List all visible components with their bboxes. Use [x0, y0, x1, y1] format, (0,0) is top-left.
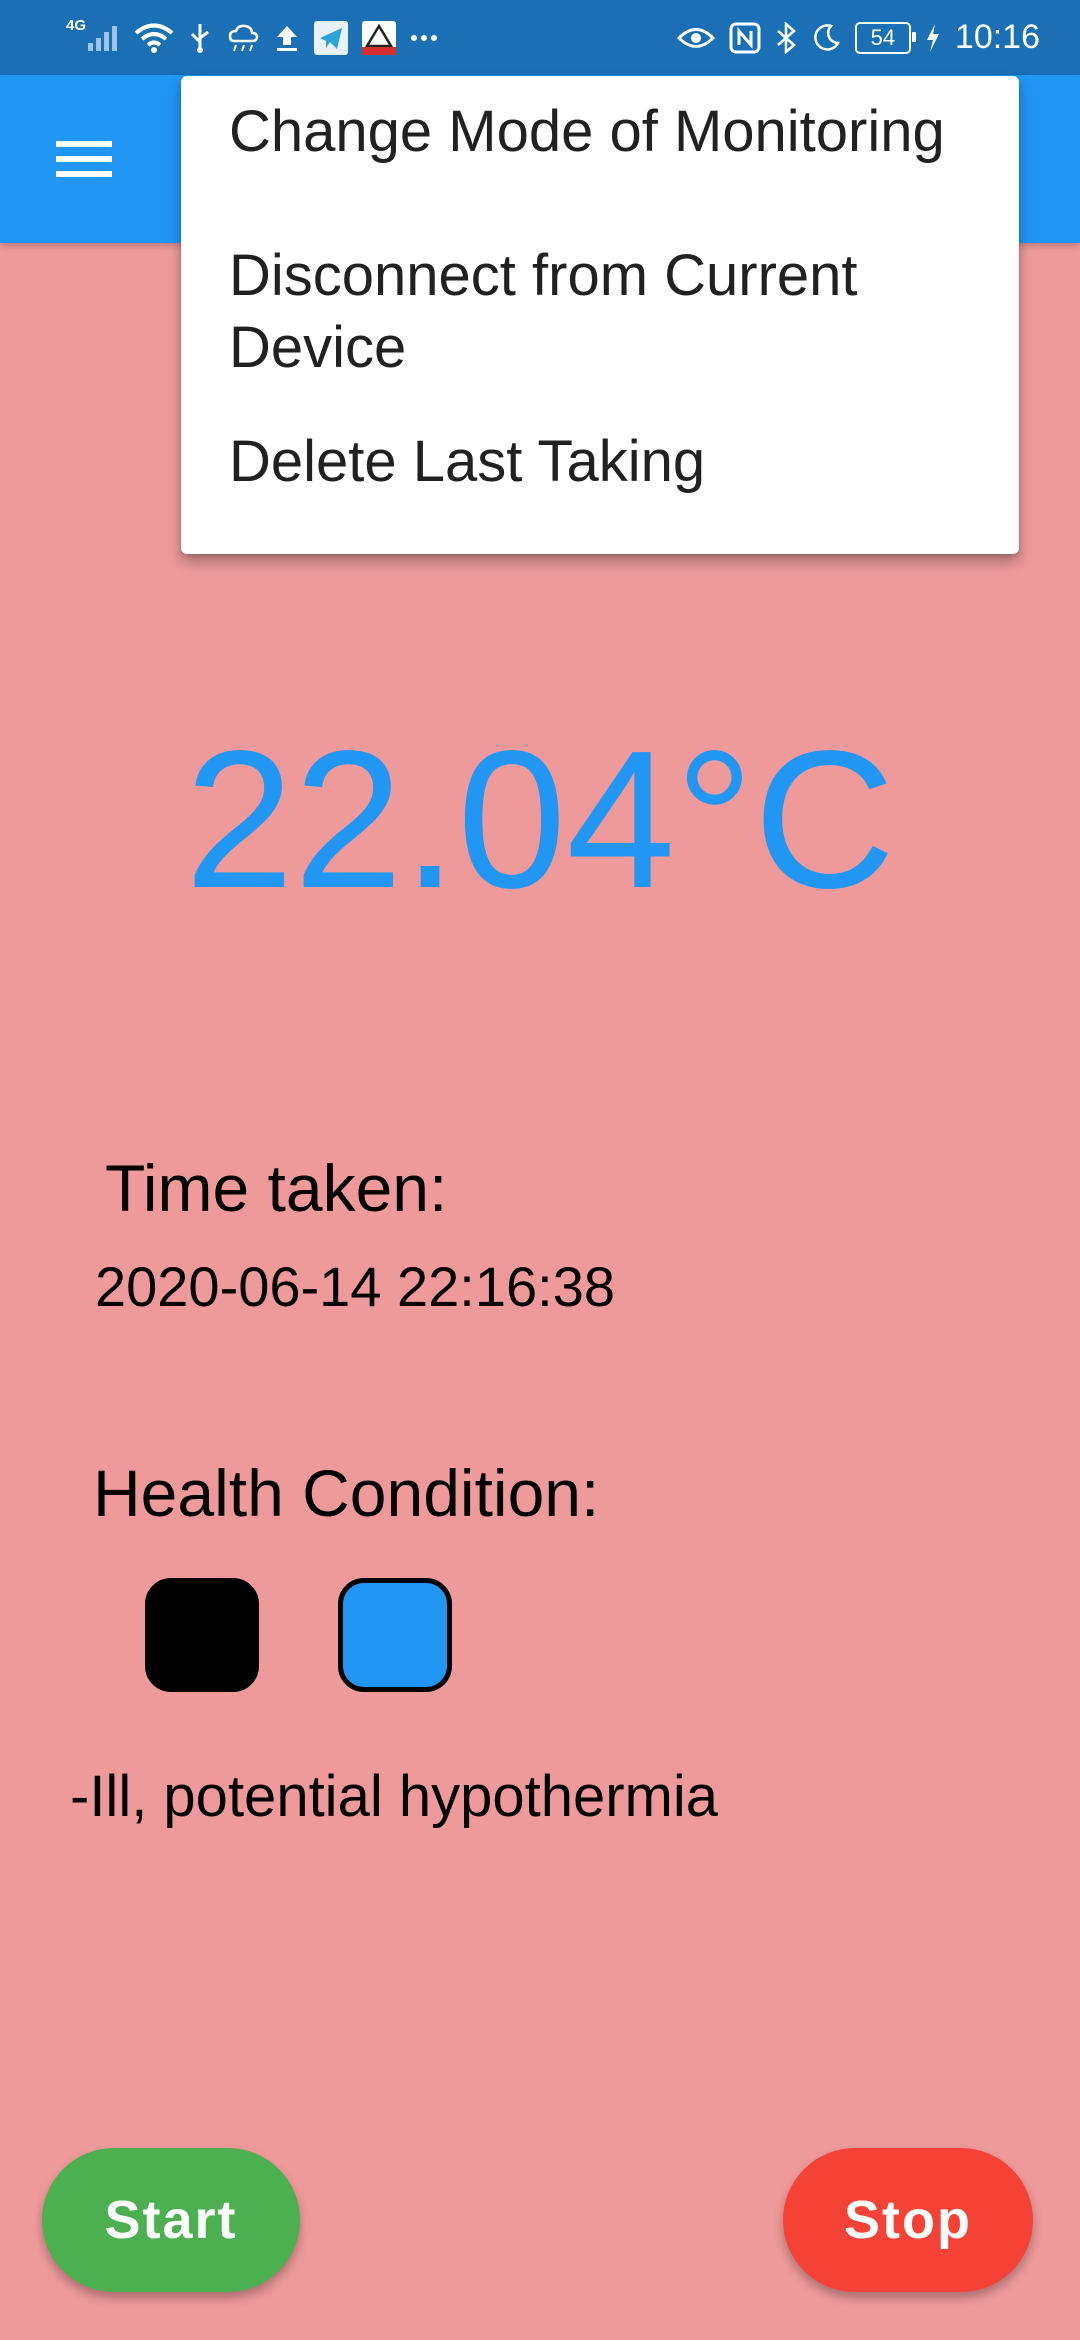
menu-item-change-mode[interactable]: Change Mode of Monitoring: [229, 96, 969, 168]
status-bar: 4G 54 10:16: [0, 0, 1080, 75]
clock: 10:16: [954, 18, 1040, 56]
upload-icon: [274, 23, 300, 53]
battery-level: 54: [870, 24, 896, 50]
menu-button[interactable]: [40, 119, 128, 199]
telegram-icon: [314, 20, 349, 55]
overflow-menu: Change Mode of Monitoring Disconnect fro…: [181, 76, 1019, 554]
hamburger-menu-icon: [56, 141, 112, 177]
battery-icon: 54: [854, 21, 916, 54]
more-icon: [410, 33, 438, 43]
health-condition-label: Health Condition:: [93, 1456, 600, 1530]
time-taken-value: 2020-06-14 22:16:38: [95, 1255, 615, 1318]
temperature-reading: 22.04°C: [184, 710, 896, 929]
network-type-label: 4G: [66, 17, 87, 34]
wifi-icon: [134, 22, 174, 54]
moon-icon: [811, 23, 841, 53]
menu-item-delete-last[interactable]: Delete Last Taking: [229, 426, 969, 498]
status-bar-right: 54 10:16: [676, 0, 1040, 75]
eye-icon: [676, 25, 715, 51]
condition-swatch-blue: [338, 1578, 452, 1692]
health-condition-text: -Ill, potential hypothermia: [70, 1764, 718, 1829]
condition-swatch-black: [145, 1578, 259, 1692]
weather-icon: [226, 23, 260, 53]
nfc-icon: [729, 22, 761, 54]
bluetooth-icon: [775, 21, 797, 54]
usb-icon: [188, 22, 212, 54]
start-button[interactable]: Start: [42, 2148, 300, 2292]
stop-button[interactable]: Stop: [783, 2148, 1033, 2292]
signal-icon: 4G: [66, 17, 120, 53]
status-bar-left: 4G: [66, 0, 438, 75]
time-taken-label: Time taken:: [105, 1151, 448, 1225]
charging-icon: [925, 23, 941, 53]
menu-item-disconnect[interactable]: Disconnect from Current Device: [229, 240, 969, 384]
app-icon: [362, 20, 397, 55]
